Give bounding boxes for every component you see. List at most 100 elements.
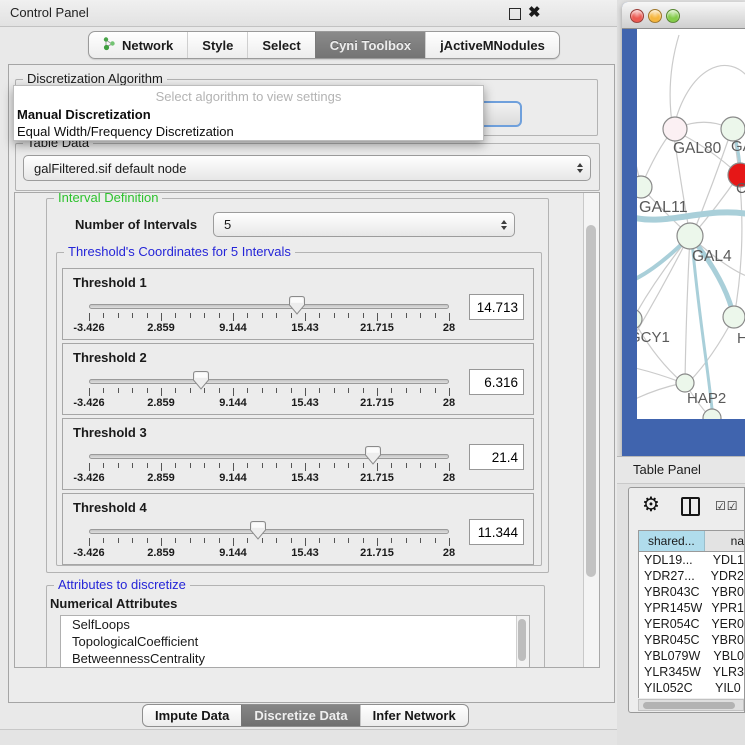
slider-tick — [406, 313, 407, 318]
slider-track[interactable] — [89, 529, 449, 534]
attribute-item-selfloops[interactable]: SelfLoops — [61, 616, 529, 633]
slider-tick — [147, 538, 148, 543]
cyni-bottom-tabbar: Impute DataDiscretize DataInfer Network — [142, 704, 469, 727]
cell-shared-name: YBL079W — [639, 648, 704, 664]
threshold-panel-3: Threshold 3-3.4262.8599.14415.4321.71528 — [62, 418, 534, 490]
tab-style[interactable]: Style — [187, 32, 247, 58]
slider-tick-label: 21.715 — [360, 472, 394, 484]
tab-label: Select — [262, 38, 300, 53]
slider-tick — [147, 388, 148, 393]
network-node-gal11[interactable] — [637, 176, 652, 198]
slider-thumb[interactable] — [365, 446, 381, 465]
threshold-value-field[interactable] — [469, 444, 524, 470]
thresholds-group-title: Threshold's Coordinates for 5 Intervals — [64, 244, 295, 259]
close-light-icon[interactable] — [630, 9, 644, 23]
cell-shared-name: YBR045C — [639, 632, 702, 648]
slider-tick — [175, 313, 176, 318]
slider-tick — [305, 538, 306, 546]
slider-thumb[interactable] — [193, 371, 209, 390]
slider-tick — [391, 463, 392, 468]
table-hscrollbar[interactable] — [638, 699, 744, 711]
numerical-attributes-list[interactable]: SelfLoopsTopologicalCoefficientBetweenne… — [60, 615, 530, 668]
split-columns-icon[interactable] — [681, 497, 700, 516]
network-node-h[interactable] — [723, 306, 745, 328]
slider-tick — [377, 313, 378, 321]
close-icon[interactable]: ✖ — [528, 3, 541, 21]
table-hscrollbar-thumb[interactable] — [643, 702, 735, 709]
threshold-panel-1: Threshold 1-3.4262.8599.14415.4321.71528 — [62, 268, 534, 340]
table-data-select[interactable]: galFiltered.sif default node — [23, 155, 591, 181]
threshold-value-field[interactable] — [469, 519, 524, 545]
list-scrollbar[interactable] — [516, 616, 529, 668]
slider-tick — [118, 313, 119, 318]
slider-thumb[interactable] — [289, 296, 305, 315]
network-window-titlebar[interactable] — [622, 2, 745, 29]
cell-shared-name: YER054C — [639, 616, 702, 632]
table-row[interactable]: YPR145WYPR1 — [639, 600, 744, 616]
algorithm-dropdown-popup: Select algorithm to view settings Manual… — [13, 85, 484, 141]
slider-thumb[interactable] — [250, 521, 266, 540]
table-row[interactable]: YDR27...YDR2 — [639, 568, 744, 584]
slider-tick — [377, 538, 378, 546]
dropdown-prompt-item[interactable]: Select algorithm to view settings — [14, 86, 483, 106]
attribute-item-betweennesscentrality[interactable]: BetweennessCentrality — [61, 650, 529, 667]
slider-tick-label: 21.715 — [360, 547, 394, 559]
number-of-intervals-select[interactable]: 5 — [213, 212, 515, 237]
number-of-intervals-value: 5 — [224, 217, 231, 232]
settings-gear-icon[interactable]: ⚙ — [642, 492, 660, 518]
tab-cyni-toolbox[interactable]: Cyni Toolbox — [315, 32, 425, 58]
attributes-group-title: Attributes to discretize — [54, 577, 190, 592]
column-header-shared-name[interactable]: shared... — [639, 531, 705, 551]
list-scrollbar-thumb[interactable] — [518, 619, 526, 661]
slider-track[interactable] — [89, 304, 449, 309]
network-node-gal80[interactable] — [663, 117, 687, 141]
table-row[interactable]: YLR345WYLR3 — [639, 664, 744, 680]
float-window-icon[interactable] — [509, 8, 521, 20]
slider-tick — [334, 463, 335, 468]
attribute-item-topologicalcoefficient[interactable]: TopologicalCoefficient — [61, 633, 529, 650]
dropdown-item-equal-width-frequency-discretization[interactable]: Equal Width/Frequency Discretization — [14, 123, 483, 140]
slider-tick — [233, 388, 234, 396]
node-label-gcy1: GCY1 — [637, 329, 670, 346]
table-row[interactable]: YBR045CYBR0 — [639, 632, 744, 648]
table-row[interactable]: YBL079WYBL0 — [639, 648, 744, 664]
threshold-value-field[interactable] — [469, 294, 524, 320]
table-row[interactable]: YDL19...YDL1 — [639, 552, 744, 568]
tab-impute-data[interactable]: Impute Data — [143, 705, 241, 726]
table-row[interactable]: YIL052CYIL0 — [639, 680, 744, 696]
slider-track[interactable] — [89, 379, 449, 384]
network-canvas[interactable]: GAL80GACGAL11GAL4HGCY1HAP2 — [637, 29, 745, 419]
dropdown-item-manual-discretization[interactable]: Manual Discretization — [14, 106, 483, 123]
slider-tick-label: 15.43 — [291, 472, 319, 484]
table-row[interactable]: YER054CYER0 — [639, 616, 744, 632]
panel-scrollbar[interactable] — [583, 193, 599, 667]
tab-discretize-data[interactable]: Discretize Data — [241, 705, 359, 726]
network-node-gcy1[interactable] — [637, 309, 642, 329]
tab-select[interactable]: Select — [247, 32, 314, 58]
cell-name: YPR1 — [702, 600, 744, 616]
network-node[interactable] — [703, 409, 721, 419]
control-panel-titlebar — [0, 0, 617, 27]
screen: Control Panel ✖ NetworkStyleSelectCyni T… — [0, 0, 745, 745]
checkbox-icons[interactable]: ☑☑ — [715, 499, 739, 513]
minimize-light-icon[interactable] — [648, 9, 662, 23]
slider-tick — [132, 313, 133, 318]
slider-tick — [276, 463, 277, 468]
tab-jactivemnodules[interactable]: jActiveMNodules — [425, 32, 559, 58]
slider-tick — [89, 538, 90, 546]
tab-label: Cyni Toolbox — [330, 38, 411, 53]
slider-tick — [391, 388, 392, 393]
tab-network[interactable]: Network — [89, 32, 187, 58]
slider-tick — [435, 538, 436, 543]
slider-tick — [449, 538, 450, 546]
panel-scrollbar-thumb[interactable] — [586, 225, 596, 577]
threshold-value-field[interactable] — [469, 369, 524, 395]
column-header-name[interactable]: na — [705, 531, 744, 551]
slider-track[interactable] — [89, 454, 449, 459]
table-row[interactable]: YBR043CYBR0 — [639, 584, 744, 600]
numerical-attributes-label: Numerical Attributes — [50, 596, 177, 611]
network-node-gal4[interactable] — [677, 223, 703, 249]
zoom-light-icon[interactable] — [666, 9, 680, 23]
tab-infer-network[interactable]: Infer Network — [360, 705, 468, 726]
threshold-panel-2: Threshold 2-3.4262.8599.14415.4321.71528 — [62, 343, 534, 415]
